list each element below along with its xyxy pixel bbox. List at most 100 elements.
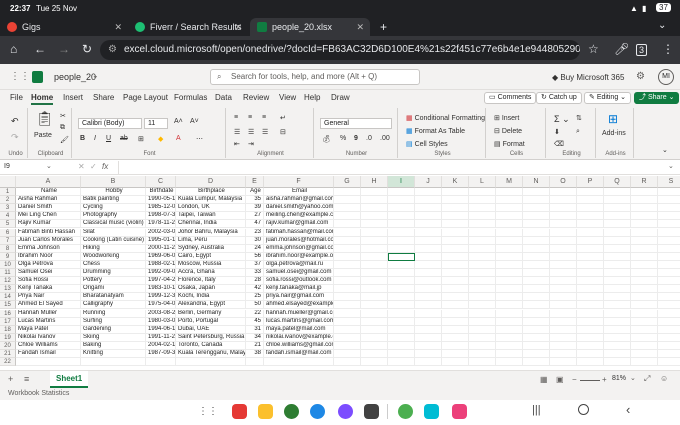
cell[interactable]: olga.petrova@mail.ru	[264, 260, 334, 269]
row-header[interactable]: 18	[0, 325, 16, 334]
cell[interactable]	[577, 301, 604, 310]
cell[interactable]: 1991-11-24	[146, 333, 176, 342]
align-bottom-icon[interactable]: ≡	[262, 114, 266, 121]
column-header-j[interactable]: J	[415, 176, 442, 188]
cell[interactable]	[469, 325, 496, 334]
borders-icon[interactable]: ⊞	[138, 135, 144, 143]
cell[interactable]	[631, 220, 658, 229]
column-header-n[interactable]: N	[523, 176, 550, 188]
row-header[interactable]: 13	[0, 285, 16, 294]
cell[interactable]	[604, 317, 631, 326]
cell[interactable]	[442, 212, 469, 221]
grow-font-icon[interactable]: A˄	[174, 118, 183, 125]
cell[interactable]	[496, 220, 523, 229]
tab-file[interactable]: File	[10, 93, 23, 102]
cell[interactable]	[604, 333, 631, 342]
cell[interactable]	[577, 252, 604, 261]
cell[interactable]	[550, 252, 577, 261]
forward-icon[interactable]: →	[58, 42, 70, 56]
cell[interactable]	[577, 204, 604, 213]
zoom-out-icon[interactable]: −	[572, 375, 577, 384]
cell[interactable]	[523, 196, 550, 205]
row-header[interactable]: 22	[0, 358, 16, 367]
font-size-select[interactable]: 11	[144, 118, 168, 129]
cell[interactable]	[577, 293, 604, 302]
cell[interactable]	[496, 325, 523, 334]
cell[interactable]: Kenji Tanaka	[16, 285, 81, 294]
cell[interactable]	[361, 293, 388, 302]
cell[interactable]: Sofia Rossi	[16, 277, 81, 286]
cell[interactable]	[631, 301, 658, 310]
underline-icon[interactable]: U	[106, 135, 111, 142]
cell[interactable]: Juan Carlos Morales	[16, 236, 81, 245]
cell[interactable]: Photography	[81, 212, 146, 221]
cell[interactable]	[631, 212, 658, 221]
cell[interactable]	[496, 309, 523, 318]
cell[interactable]	[388, 196, 415, 205]
cell[interactable]	[176, 358, 246, 367]
cell[interactable]	[550, 358, 577, 367]
column-header-k[interactable]: K	[442, 176, 469, 188]
cell[interactable]	[523, 260, 550, 269]
addins-button[interactable]: Add-ins	[602, 130, 626, 137]
cell[interactable]	[577, 269, 604, 278]
cell[interactable]	[334, 204, 361, 213]
cell[interactable]	[550, 301, 577, 310]
editing-mode-button[interactable]: ✎ Editing ⌄	[584, 92, 632, 104]
cell[interactable]: 1975-04-08	[146, 301, 176, 310]
conditional-formatting-button[interactable]: ▦ Conditional Formatting	[406, 114, 485, 122]
cell[interactable]: 1998-07-30	[146, 212, 176, 221]
cell[interactable]	[469, 228, 496, 237]
cell[interactable]	[469, 204, 496, 213]
cell[interactable]	[442, 341, 469, 350]
cell[interactable]: 28	[246, 277, 264, 286]
add-sheet-icon[interactable]: +	[8, 374, 13, 384]
cell[interactable]	[604, 212, 631, 221]
cell[interactable]	[469, 269, 496, 278]
row-header[interactable]: 3	[0, 204, 16, 213]
more-font-options-icon[interactable]: ⋯	[196, 135, 203, 143]
row-header[interactable]: 12	[0, 277, 16, 286]
cell[interactable]: Silat	[81, 228, 146, 237]
cell[interactable]	[415, 309, 442, 318]
cell[interactable]: Florence, Italy	[176, 277, 246, 286]
cell[interactable]: lucas.martins@gmail.com	[264, 317, 334, 326]
cell[interactable]: Emma Johnson	[16, 244, 81, 253]
cell[interactable]	[577, 244, 604, 253]
cell[interactable]: 35	[246, 196, 264, 205]
cell[interactable]	[334, 244, 361, 253]
cell[interactable]	[469, 309, 496, 318]
cell[interactable]	[415, 196, 442, 205]
cell[interactable]	[442, 188, 469, 197]
cell[interactable]: Origami	[81, 285, 146, 294]
delete-cells-button[interactable]: ⊟ Delete	[494, 127, 522, 135]
search-input[interactable]: ⌕ Search for tools, help, and more (Alt …	[210, 69, 420, 85]
cell[interactable]	[550, 204, 577, 213]
cell[interactable]	[550, 260, 577, 269]
cell[interactable]: Rajiv Kumar	[16, 220, 81, 229]
cell[interactable]	[577, 188, 604, 197]
cell[interactable]	[334, 350, 361, 359]
cell[interactable]	[523, 341, 550, 350]
cell[interactable]	[577, 212, 604, 221]
cell[interactable]	[415, 188, 442, 197]
cell[interactable]	[658, 358, 680, 367]
cell[interactable]	[658, 253, 680, 261]
cell[interactable]	[334, 333, 361, 342]
cell[interactable]: 39	[246, 204, 264, 213]
cell[interactable]	[361, 317, 388, 326]
cell[interactable]	[388, 260, 415, 269]
cell[interactable]	[469, 220, 496, 229]
cell[interactable]	[415, 260, 442, 269]
cell[interactable]	[550, 244, 577, 253]
cell[interactable]	[496, 236, 523, 245]
cell[interactable]: 37	[246, 260, 264, 269]
zoom-level[interactable]: 81%	[612, 375, 626, 382]
cut-icon[interactable]: ✂	[60, 112, 66, 120]
cell[interactable]: maya.patel@mail.com	[264, 325, 334, 334]
column-header-p[interactable]: P	[577, 176, 604, 188]
row-header[interactable]: 10	[0, 260, 16, 269]
cell[interactable]: fatimah.hassan@mail.com	[264, 228, 334, 237]
cell[interactable]	[442, 269, 469, 278]
cell[interactable]	[523, 325, 550, 334]
